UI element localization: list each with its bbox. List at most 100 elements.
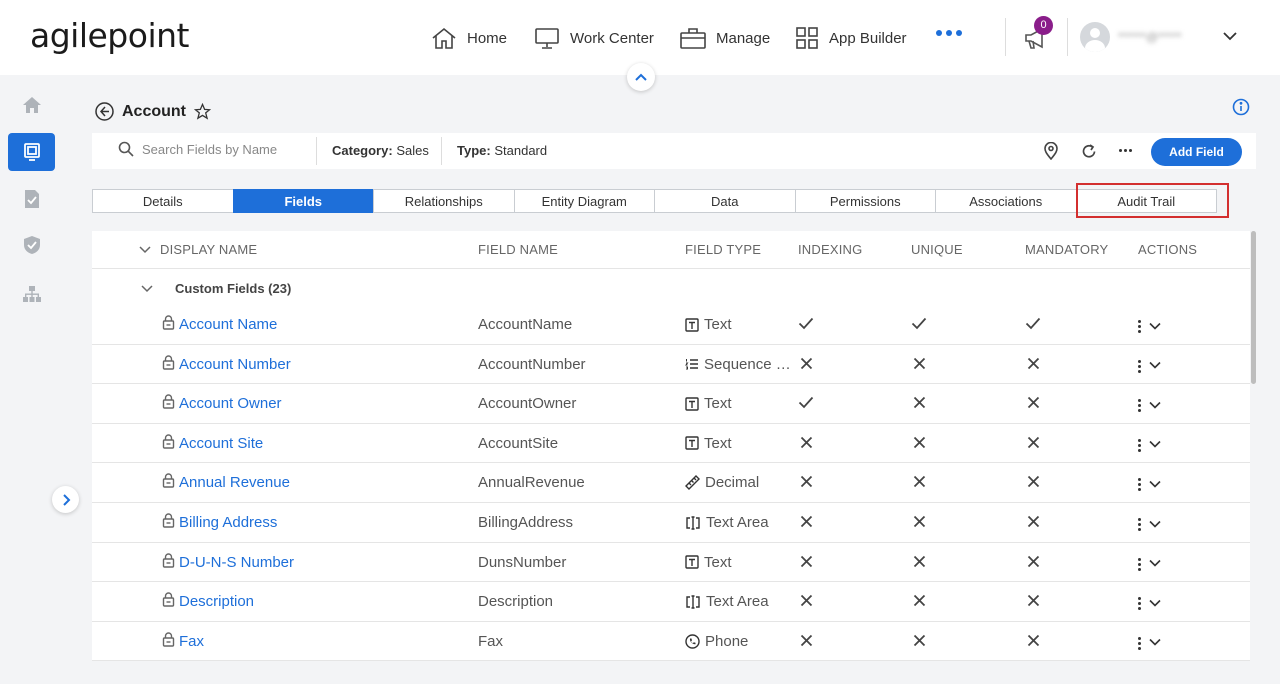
tab-associations[interactable]: Associations: [935, 189, 1077, 213]
row-actions[interactable]: [1138, 318, 1161, 333]
text-icon: [685, 317, 699, 332]
display-name-link[interactable]: D-U-N-S Number: [179, 554, 294, 571]
display-name-link[interactable]: Annual Revenue: [179, 474, 290, 491]
lock-icon: [162, 632, 175, 652]
table-row[interactable]: Description Description Text Area: [92, 582, 1250, 622]
row-actions[interactable]: [1138, 556, 1161, 571]
field-type-label: Text Area: [706, 593, 769, 611]
type-filter[interactable]: Type: Standard: [457, 143, 547, 158]
kebab-menu-icon[interactable]: [1138, 438, 1141, 452]
rail-hierarchy[interactable]: [8, 275, 55, 313]
refresh-icon[interactable]: [1081, 142, 1097, 160]
more-menu-icon[interactable]: [936, 30, 962, 36]
row-actions[interactable]: [1138, 358, 1161, 373]
kebab-menu-icon[interactable]: [1138, 359, 1141, 373]
chevron-down-icon[interactable]: [1149, 480, 1161, 488]
table-row[interactable]: Account Owner AccountOwner Text: [92, 384, 1250, 424]
table-row[interactable]: Account Number AccountNumber Sequence Numb…: [92, 345, 1250, 385]
back-arrow-icon[interactable]: [95, 102, 114, 121]
collapse-header-button[interactable]: [627, 63, 655, 91]
rail-documents[interactable]: [8, 180, 55, 218]
row-actions[interactable]: [1138, 516, 1161, 531]
chevron-down-icon[interactable]: [1149, 322, 1161, 330]
row-actions[interactable]: [1138, 437, 1161, 452]
kebab-menu-icon[interactable]: [1138, 518, 1141, 531]
row-actions[interactable]: [1138, 476, 1161, 492]
table-row[interactable]: Billing Address BillingAddress Text Area: [92, 503, 1250, 543]
nav-home[interactable]: Home: [431, 24, 507, 52]
info-icon[interactable]: [1232, 98, 1250, 116]
column-unique[interactable]: UNIQUE: [911, 242, 963, 257]
chevron-down-icon[interactable]: [1149, 559, 1161, 567]
chevron-down-icon[interactable]: [1149, 440, 1161, 448]
location-pin-icon[interactable]: [1043, 142, 1059, 160]
rail-security[interactable]: [8, 226, 55, 264]
text-icon: [685, 396, 699, 411]
star-icon[interactable]: [194, 103, 211, 120]
avatar[interactable]: [1080, 22, 1110, 52]
display-name-link[interactable]: Description: [179, 593, 254, 610]
chevron-down-icon[interactable]: [141, 284, 153, 293]
field-type: Text: [685, 554, 797, 571]
column-indexing[interactable]: INDEXING: [798, 242, 862, 257]
field-name: DunsNumber: [478, 553, 567, 571]
table-row[interactable]: Account Site AccountSite Text: [92, 424, 1250, 464]
kebab-menu-icon[interactable]: [1138, 636, 1141, 650]
kebab-menu-icon[interactable]: [1138, 597, 1141, 611]
add-field-button[interactable]: Add Field: [1151, 138, 1242, 166]
table-scrollbar[interactable]: [1251, 231, 1256, 384]
group-row-custom-fields[interactable]: Custom Fields (23): [92, 269, 1250, 307]
table-row[interactable]: Account Name AccountName Text: [92, 305, 1250, 345]
kebab-menu-icon[interactable]: [1138, 478, 1141, 492]
search-input[interactable]: Search Fields by Name: [118, 141, 277, 157]
username[interactable]: ******@*****: [1118, 30, 1182, 44]
table-row[interactable]: D-U-N-S Number DunsNumber Text: [92, 543, 1250, 583]
tab-data[interactable]: Data: [654, 189, 796, 213]
chevron-down-icon[interactable]: [1149, 520, 1161, 528]
nav-app-builder[interactable]: App Builder: [795, 24, 907, 52]
column-display-name[interactable]: DISPLAY NAME: [160, 242, 257, 257]
display-name-link[interactable]: Account Number: [179, 356, 291, 373]
expand-sidebar-button[interactable]: [52, 486, 79, 513]
tab-relationships[interactable]: Relationships: [373, 189, 515, 213]
chevron-down-icon[interactable]: [1149, 361, 1161, 369]
row-actions[interactable]: [1138, 397, 1161, 413]
column-field-name[interactable]: FIELD NAME: [478, 242, 558, 257]
chevron-down-icon[interactable]: [1149, 638, 1161, 646]
tab-entity-diagram[interactable]: Entity Diagram: [513, 189, 655, 213]
tab-fields[interactable]: Fields: [232, 189, 374, 213]
chevron-down-icon[interactable]: [139, 245, 151, 254]
tab-audit-trail[interactable]: Audit Trail: [1075, 189, 1217, 213]
display-name-link[interactable]: Account Name: [179, 316, 277, 333]
page-title: Account: [122, 102, 186, 120]
chevron-down-icon[interactable]: [1149, 401, 1161, 409]
table-row[interactable]: Fax Fax Phone: [92, 622, 1250, 661]
tab-details[interactable]: Details: [92, 189, 234, 213]
chevron-down-icon[interactable]: [1149, 599, 1161, 607]
display-name-link[interactable]: Account Owner: [179, 395, 282, 412]
more-options-icon[interactable]: [1119, 149, 1132, 152]
kebab-menu-icon[interactable]: [1138, 399, 1141, 413]
kebab-menu-icon[interactable]: [1138, 557, 1141, 571]
table-row[interactable]: Annual Revenue AnnualRevenue Decimal: [92, 463, 1250, 503]
kebab-menu-icon[interactable]: [1138, 320, 1141, 333]
chevron-down-icon[interactable]: [1222, 30, 1238, 42]
column-field-type[interactable]: FIELD TYPE: [685, 242, 761, 257]
nav-manage[interactable]: Manage: [680, 24, 770, 52]
rail-work-center[interactable]: [8, 133, 55, 171]
row-actions[interactable]: [1138, 595, 1161, 611]
category-filter[interactable]: Category: Sales: [332, 143, 429, 158]
tab-permissions[interactable]: Permissions: [794, 189, 936, 213]
nav-work-center[interactable]: Work Center: [534, 24, 654, 52]
nav-app-builder-label: App Builder: [829, 29, 907, 47]
display-name-link[interactable]: Fax: [179, 633, 204, 650]
row-actions[interactable]: [1138, 635, 1161, 650]
close-icon: [800, 436, 813, 454]
left-rail: [0, 75, 64, 684]
display-name-link[interactable]: Account Site: [179, 435, 263, 452]
check-icon: [911, 317, 927, 335]
display-name-link[interactable]: Billing Address: [179, 514, 277, 531]
column-mandatory[interactable]: MANDATORY: [1025, 242, 1108, 257]
agilepoint-logo[interactable]: agilepoint: [30, 16, 189, 55]
rail-home[interactable]: [8, 86, 55, 124]
